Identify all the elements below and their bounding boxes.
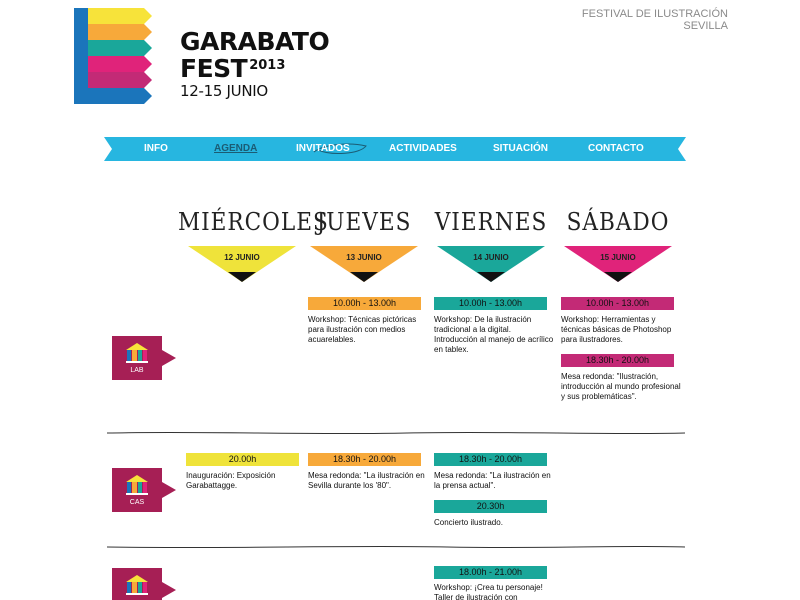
event-time-cas-viernes-1: 18.30h - 20.00h [434,453,547,466]
day-column-viernes: VIERNES 14 JUNIO [435,208,546,284]
nav-item-info[interactable]: INFO [144,143,168,154]
venue-label: LAB [130,367,144,374]
event-desc-cas-miercoles: Inauguración: Exposición Garabattagge. [186,471,276,490]
venue-badge-lab[interactable]: LAB [112,336,176,380]
logo-line2: FEST [180,54,248,83]
nav-item-actividades[interactable]: ACTIVIDADES [389,143,457,154]
day-name: SÁBADO [566,208,670,236]
event-time-cas-jueves: 18.30h - 20.00h [308,453,421,466]
venue-label: CAS [129,499,145,506]
day-column-jueves: JUEVES 13 JUNIO [310,208,418,284]
event-desc-lab-jueves: Workshop: Técnicas pictóricas para ilust… [308,315,417,344]
event-time-lab-jueves: 10.00h - 13.00h [308,297,421,310]
venue-badge-cas[interactable]: CAS [112,468,176,512]
building-icon [112,568,176,600]
day-column-miercoles: MIÉRCOLES 12 JUNIO [178,208,328,284]
day-name: JUEVES [316,208,412,236]
garabato-logo-icon [74,8,152,104]
nav-item-invitados[interactable]: INVITADOS [296,143,350,154]
logo-year: 2013 [249,58,286,73]
day-name: MIÉRCOLES [178,208,329,236]
day-date: 14 JUNIO [473,253,509,262]
day-date: 12 JUNIO [224,253,260,262]
event-desc-lab-sabado-1: Workshop: Herramientas y técnicas básica… [561,315,672,344]
event-desc-third-viernes: Workshop: ¡Crea tu personaje! Taller de … [434,583,543,600]
festival-line1: FESTIVAL DE ILUSTRACIÓN [581,8,728,20]
event-time-lab-viernes: 10.00h - 13.00h [434,297,547,310]
festival-tagline: FESTIVAL DE ILUSTRACIÓN SEVILLA [528,8,728,32]
logo-line1: GARABATO [180,27,330,56]
logo-title: GARABATO FEST 2013 [180,27,330,83]
event-desc-cas-viernes-1: Mesa redonda: "La ilustración en la pren… [434,471,551,490]
day-column-sabado: SÁBADO 15 JUNIO [564,208,672,284]
row-divider [107,545,685,549]
event-desc-lab-sabado-2: Mesa redonda: "Ilustración, introducción… [561,372,681,401]
event-time-cas-viernes-2: 20.30h [434,500,547,513]
event-desc-cas-viernes-2: Concierto ilustrado. [434,518,503,527]
day-date: 15 JUNIO [600,253,636,262]
day-pennant [310,246,418,282]
logo-dates: 12-15 JUNIO [180,82,268,100]
festival-line2: SEVILLA [683,20,728,32]
main-nav: INFO AGENDA INVITADOS ACTIVIDADES SITUAC… [104,137,686,161]
nav-item-contacto[interactable]: CONTACTO [588,143,644,154]
event-desc-cas-jueves: Mesa redonda: "La ilustración en Sevilla… [308,471,425,490]
day-date: 13 JUNIO [346,253,382,262]
event-time-cas-miercoles: 20.00h [186,453,299,466]
event-desc-lab-viernes: Workshop: De la ilustración tradicional … [434,315,554,354]
event-time-lab-sabado-1: 10.00h - 13.00h [561,297,674,310]
day-pennant [437,246,545,282]
nav-item-situacion[interactable]: SITUACIÓN [493,143,548,154]
day-name: VIERNES [434,208,548,236]
day-pennant [188,246,296,282]
day-pennant [564,246,672,282]
venue-badge-third[interactable] [112,568,176,600]
event-time-third-viernes: 18.00h - 21.00h [434,566,547,579]
nav-item-agenda[interactable]: AGENDA [214,143,257,154]
row-divider [107,431,685,435]
event-time-lab-sabado-2: 18.30h - 20.00h [561,354,674,367]
